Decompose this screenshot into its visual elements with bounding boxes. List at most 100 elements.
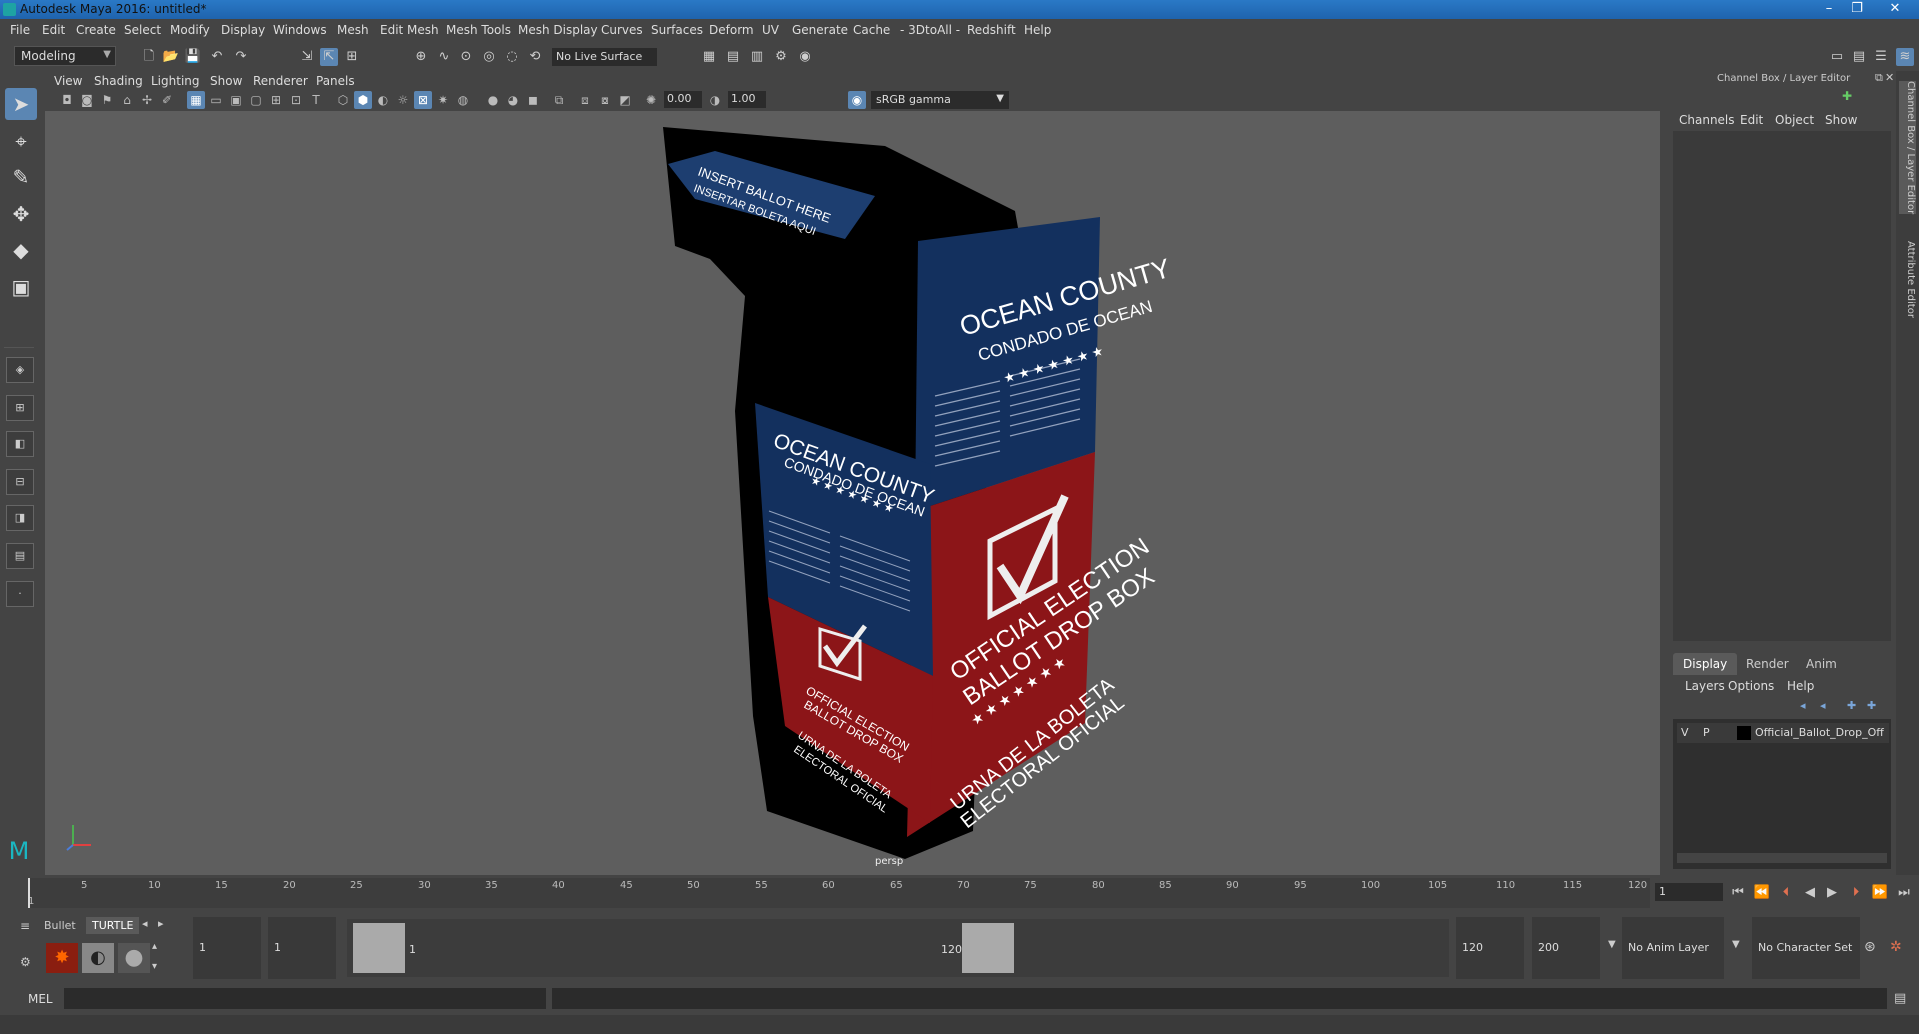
layer-name[interactable]: Official_Ballot_Drop_Off [1755, 726, 1884, 739]
smooth-shade-icon[interactable]: ⬢ [354, 91, 372, 109]
turtle-surface-icon[interactable]: ● [118, 943, 150, 973]
menu-3dtoall[interactable]: - 3DtoAll - [900, 23, 960, 37]
menu-modify[interactable]: Modify [170, 23, 210, 37]
current-frame-field[interactable]: 1 [1655, 883, 1723, 901]
go-to-end-icon[interactable]: ⏭ [1894, 883, 1914, 903]
menu-edit-mesh[interactable]: Edit Mesh [380, 23, 439, 37]
panel-menu-panels[interactable]: Panels [316, 74, 355, 88]
color-space-select[interactable]: sRGB gamma ▼ [871, 91, 1009, 109]
custom-layout-icon[interactable]: · [6, 581, 34, 607]
xray-icon[interactable]: ◍ [454, 91, 472, 109]
gamma-icon[interactable]: ◑ [706, 91, 724, 109]
panel-menu-lighting[interactable]: Lighting [151, 74, 200, 88]
range-bar[interactable]: 1 120 [347, 919, 1449, 977]
cb-menu-object[interactable]: Object [1775, 113, 1814, 127]
range-end-handle[interactable] [962, 923, 1014, 973]
grid-icon[interactable]: ▦ [187, 91, 205, 109]
gate-mask-icon[interactable]: ▢ [247, 91, 265, 109]
snap-plane-icon[interactable]: ◎ [480, 48, 498, 66]
shelf-scroll-left-icon[interactable]: ◂ [142, 917, 148, 930]
float-panel-icon[interactable]: ⧉ [1875, 71, 1883, 85]
step-forward-frame-icon[interactable]: ⏵ [1846, 883, 1866, 903]
lasso-tool-icon[interactable]: ⌖ [5, 125, 37, 157]
outliner-layout-icon[interactable]: ◨ [6, 505, 34, 531]
go-to-start-icon[interactable]: ⏮ [1728, 883, 1748, 903]
shelf-settings-icon[interactable]: ⚙ [20, 955, 31, 969]
shelf-menu-icon[interactable]: ≡ [20, 919, 30, 933]
gamma-field[interactable]: 1.00 [728, 91, 766, 108]
render-current-icon[interactable]: ▤ [724, 48, 742, 66]
panel-menu-view[interactable]: View [54, 74, 82, 88]
menu-windows[interactable]: Windows [273, 23, 327, 37]
shadows-icon[interactable]: ☼ [394, 91, 412, 109]
close-panel-icon[interactable]: ✕ [1885, 71, 1894, 84]
close-icon[interactable]: ✕ [1881, 0, 1909, 19]
safe-action-icon[interactable]: ⊡ [287, 91, 305, 109]
workspace-icon[interactable]: ▭ [1828, 48, 1846, 66]
live-surface-field[interactable]: No Live Surface [552, 48, 657, 66]
film-gate-icon[interactable]: ▭ [207, 91, 225, 109]
attribute-editor-toggle-icon[interactable]: ☰ [1872, 48, 1890, 66]
side-tab-channel-box[interactable]: Channel Box / Layer Editor [1899, 81, 1916, 215]
anim-layer-select[interactable]: No Anim Layer [1622, 917, 1724, 979]
textured-icon[interactable]: ⊠ [414, 91, 432, 109]
menu-edit[interactable]: Edit [42, 23, 65, 37]
shelf-up-icon[interactable]: ▴ [152, 941, 157, 952]
field-chart-icon[interactable]: ⊞ [267, 91, 285, 109]
step-forward-key-icon[interactable]: ⏩ [1870, 883, 1890, 903]
chevron-down-icon[interactable]: ▼ [1608, 939, 1616, 950]
resolution-gate-icon[interactable]: ▣ [227, 91, 245, 109]
layer-row[interactable]: V P Official_Ballot_Drop_Off [1677, 723, 1889, 743]
persp-outliner-layout-icon[interactable]: ◧ [6, 431, 34, 457]
channel-box-toggle-icon[interactable]: ≋ [1896, 48, 1914, 66]
menu-deform[interactable]: Deform [709, 23, 754, 37]
safe-title-icon[interactable]: T [307, 91, 325, 109]
menu-file[interactable]: File [10, 23, 30, 37]
render-view-icon[interactable]: ▦ [700, 48, 718, 66]
shelf-down-icon[interactable]: ▾ [152, 961, 157, 972]
scale-tool-icon[interactable]: ▣ [5, 271, 37, 303]
exposure-icon[interactable]: ✺ [642, 91, 660, 109]
start-frame-field[interactable]: 1 [193, 917, 261, 979]
snap-grid-icon[interactable]: ⊕ [412, 48, 430, 66]
select-hierarchy-icon[interactable]: ⇲ [298, 48, 316, 66]
layer-color-swatch[interactable] [1737, 726, 1751, 740]
auto-key-icon[interactable]: ⊛ [1864, 939, 1876, 955]
persp-graph-layout-icon[interactable]: ⊟ [6, 469, 34, 495]
script-editor-icon[interactable]: ▤ [1894, 991, 1906, 1006]
snap-surface-icon[interactable]: ◌ [503, 48, 521, 66]
current-time-marker[interactable] [28, 878, 30, 908]
panel-menu-show[interactable]: Show [210, 74, 242, 88]
isolate-select-icon[interactable]: ⧉ [550, 91, 568, 109]
menu-create[interactable]: Create [76, 23, 116, 37]
menu-mesh-tools[interactable]: Mesh Tools [446, 23, 511, 37]
playback-start-field[interactable]: 1 [268, 917, 336, 979]
bookmark-icon[interactable]: ⚑ [98, 91, 116, 109]
menu-generate[interactable]: Generate [792, 23, 848, 37]
exposure-field[interactable]: 0.00 [664, 91, 702, 108]
menu-surfaces[interactable]: Surfaces [651, 23, 703, 37]
turtle-render-icon[interactable]: ✸ [46, 943, 78, 973]
cb-menu-edit[interactable]: Edit [1740, 113, 1763, 127]
tab-render[interactable]: Render [1736, 653, 1799, 675]
step-back-key-icon[interactable]: ⏪ [1752, 883, 1772, 903]
playback-end-field[interactable]: 120 [1456, 917, 1524, 979]
paint-select-tool-icon[interactable]: ✎ [5, 161, 37, 193]
anti-aliasing-icon[interactable]: ◼ [524, 91, 542, 109]
menu-display[interactable]: Display [221, 23, 265, 37]
cb-menu-show[interactable]: Show [1825, 113, 1857, 127]
hypershade-icon[interactable]: ◉ [796, 48, 814, 66]
menu-mesh[interactable]: Mesh [337, 23, 369, 37]
camera-attributes-icon[interactable]: ◙ [78, 91, 96, 109]
undo-icon[interactable]: ↶ [208, 48, 226, 66]
two-d-pan-icon[interactable]: ✢ [138, 91, 156, 109]
menu-mesh-display[interactable]: Mesh Display [518, 23, 598, 37]
hypershade-layout-icon[interactable]: ▤ [6, 543, 34, 569]
play-forward-icon[interactable]: ▶ [1822, 883, 1842, 903]
range-start-handle[interactable] [353, 923, 405, 973]
new-scene-icon[interactable]: 🗋 [140, 48, 158, 66]
layer-playback-toggle[interactable]: P [1703, 726, 1710, 739]
perspective-viewport[interactable]: INSERT BALLOT HERE INSERTAR BOLETA AQUI … [45, 111, 1660, 875]
camera-icon[interactable]: ◘ [58, 91, 76, 109]
image-plane-icon[interactable]: ⌂ [118, 91, 136, 109]
